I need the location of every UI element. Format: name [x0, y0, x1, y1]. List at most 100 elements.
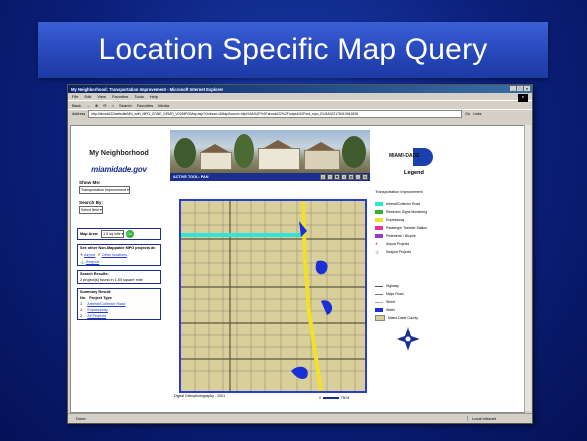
- legend-label: Expressway: [386, 218, 405, 222]
- ie-logo-icon: e: [518, 94, 528, 102]
- address-input[interactable]: http://ahora022/website/MN_with_MPO_ZONE…: [88, 110, 463, 118]
- stop-icon[interactable]: ⊗: [95, 103, 98, 108]
- roof-shape: [264, 140, 292, 148]
- legend-item: Miami-Dade County: [375, 314, 485, 322]
- summary-no: 2: [80, 314, 83, 318]
- full-extent-icon[interactable]: ◎: [348, 174, 354, 180]
- zone-indicator: Local intranet: [467, 416, 532, 421]
- show-me-select[interactable]: Transportation Improvement ▾: [79, 186, 130, 194]
- legend-label: Airport Projects: [386, 242, 410, 246]
- summary-col-no: No.: [80, 296, 87, 300]
- lightbulb-icon: ✹: [97, 253, 101, 257]
- roof-shape: [307, 142, 335, 150]
- links-button[interactable]: Links: [473, 112, 481, 116]
- compass-icon: N S E W: [395, 326, 421, 352]
- legend-item: Water: [375, 306, 485, 314]
- window-title: My Neighborhood: Transportation Improvem…: [71, 86, 224, 92]
- legend-swatch: [375, 226, 383, 230]
- water-area: [291, 366, 308, 379]
- map-area-select[interactable]: 1.5 sq mile ▾: [101, 230, 125, 238]
- menu-file[interactable]: File: [72, 94, 78, 99]
- miamidade-logo[interactable]: miamidade.gov: [81, 165, 157, 174]
- identify-icon[interactable]: i: [341, 174, 347, 180]
- forward-button[interactable]: →: [86, 103, 90, 108]
- home-icon[interactable]: ⌂: [112, 103, 114, 108]
- scale-min: 0: [319, 396, 321, 400]
- active-tool-label: ACTIVE TOOL: PAN: [173, 175, 209, 179]
- maximize-button[interactable]: □: [517, 86, 523, 91]
- zoom-in-icon[interactable]: +: [320, 174, 326, 180]
- legend-label: Street: [386, 300, 396, 304]
- map-canvas: [181, 201, 365, 391]
- menu-favorites[interactable]: Favorites: [112, 94, 128, 99]
- map-caption: Digital Orthophotography - 2001: [174, 394, 226, 398]
- summary-type-link[interactable]: Expressway: [87, 308, 107, 312]
- scale-bar: 0 750 ft: [319, 396, 349, 400]
- menu-help[interactable]: Help: [150, 94, 158, 99]
- zoom-out-icon[interactable]: −: [327, 174, 333, 180]
- legend-list: Arterial/Collector Road Electronic Signs…: [375, 200, 485, 256]
- legend-label: Miami-Dade County: [388, 316, 418, 320]
- measure-icon[interactable]: ↔: [355, 174, 361, 180]
- search-button[interactable]: Search: [119, 103, 132, 108]
- slide-title: Location Specific Map Query: [98, 33, 488, 66]
- legend-swatch: [375, 234, 383, 238]
- legend-item: Pedestrian / Bicycle: [375, 232, 485, 240]
- roof-shape: [201, 144, 229, 152]
- legend-subtitle: Transportation Improvement: [375, 190, 423, 194]
- show-me-value: Transportation Improvement: [81, 188, 127, 192]
- go-button[interactable]: Go: [465, 112, 470, 116]
- ship-icon: ⚓: [375, 250, 380, 254]
- summary-box: Summary Result: No. Project Type 1 Arter…: [77, 288, 161, 320]
- vertical-scrollbar[interactable]: [524, 125, 531, 411]
- tree-shape: [234, 134, 254, 168]
- status-text: Done: [76, 416, 86, 421]
- search-by-select[interactable]: Select Item ▾: [79, 206, 103, 214]
- minimize-button[interactable]: _: [510, 86, 516, 91]
- ship-icon: ⚓: [80, 260, 85, 264]
- window-titlebar: My Neighborhood: Transportation Improvem…: [68, 85, 532, 93]
- map-view[interactable]: [179, 199, 367, 393]
- page-content: My Neighborhood miamidade.gov Show Me: T…: [70, 125, 525, 413]
- legend-label: Major Road: [386, 292, 404, 296]
- seaport-link[interactable]: Seaport: [86, 260, 99, 264]
- menu-view[interactable]: View: [97, 94, 106, 99]
- seaport-row: ⚓ Seaport: [78, 258, 160, 265]
- refresh-icon[interactable]: ⟳: [103, 103, 106, 108]
- search-results-box: Search Results: 2 project(s) found in 1.…: [77, 270, 161, 284]
- close-button[interactable]: ×: [524, 86, 530, 91]
- scale-bar-line: [322, 397, 339, 399]
- legend-label: Passenger Transfer Station: [386, 226, 428, 230]
- map-area-go-button[interactable]: Go: [125, 230, 134, 238]
- airport-link[interactable]: Airport: [84, 253, 95, 257]
- search-by-label: Search By:: [79, 200, 104, 205]
- media-button[interactable]: Media: [158, 103, 169, 108]
- legend-item: Electronic Signs Monitoring: [375, 208, 485, 216]
- compass-w: W: [396, 337, 399, 341]
- tree-shape: [174, 138, 196, 168]
- legend-label: Highway: [386, 284, 400, 288]
- water-area: [321, 300, 333, 315]
- browser-toolbar: Back → ⊗ ⟳ ⌂ Search Favorites Media: [68, 100, 532, 109]
- map-area-label: Map Area:: [80, 232, 99, 236]
- summary-type-link[interactable]: All Projects: [87, 314, 106, 318]
- legend-swatch: [375, 301, 383, 303]
- badge-text: MIAMI-DADE: [389, 153, 420, 159]
- pan-icon[interactable]: ✥: [334, 174, 340, 180]
- legend-swatch: [375, 218, 383, 222]
- legend-label: Arterial/Collector Road: [386, 202, 421, 206]
- summary-type-link[interactable]: Arterial/Collector Road: [87, 302, 125, 306]
- legend-swatch: [375, 315, 385, 321]
- status-bar: Done Local intranet: [68, 413, 532, 423]
- menu-edit[interactable]: Edit: [84, 94, 91, 99]
- favorites-button[interactable]: Favorites: [137, 103, 153, 108]
- print-icon[interactable]: ▭: [362, 174, 368, 180]
- menu-tools[interactable]: Tools: [134, 94, 143, 99]
- back-button[interactable]: Back: [72, 103, 81, 108]
- map-tool-strip: ACTIVE TOOL: PAN + − ✥ i ◎ ↔ ▭: [170, 173, 370, 181]
- search-by-value: Select Item: [81, 208, 99, 212]
- summary-no: 1: [80, 308, 83, 312]
- menu-bar: File Edit View Favorites Tools Help e: [68, 93, 532, 102]
- other-locations-link[interactable]: Other locations: [102, 253, 128, 257]
- map-area-row: Map Area: 1.5 sq mile ▾ Go: [78, 229, 160, 239]
